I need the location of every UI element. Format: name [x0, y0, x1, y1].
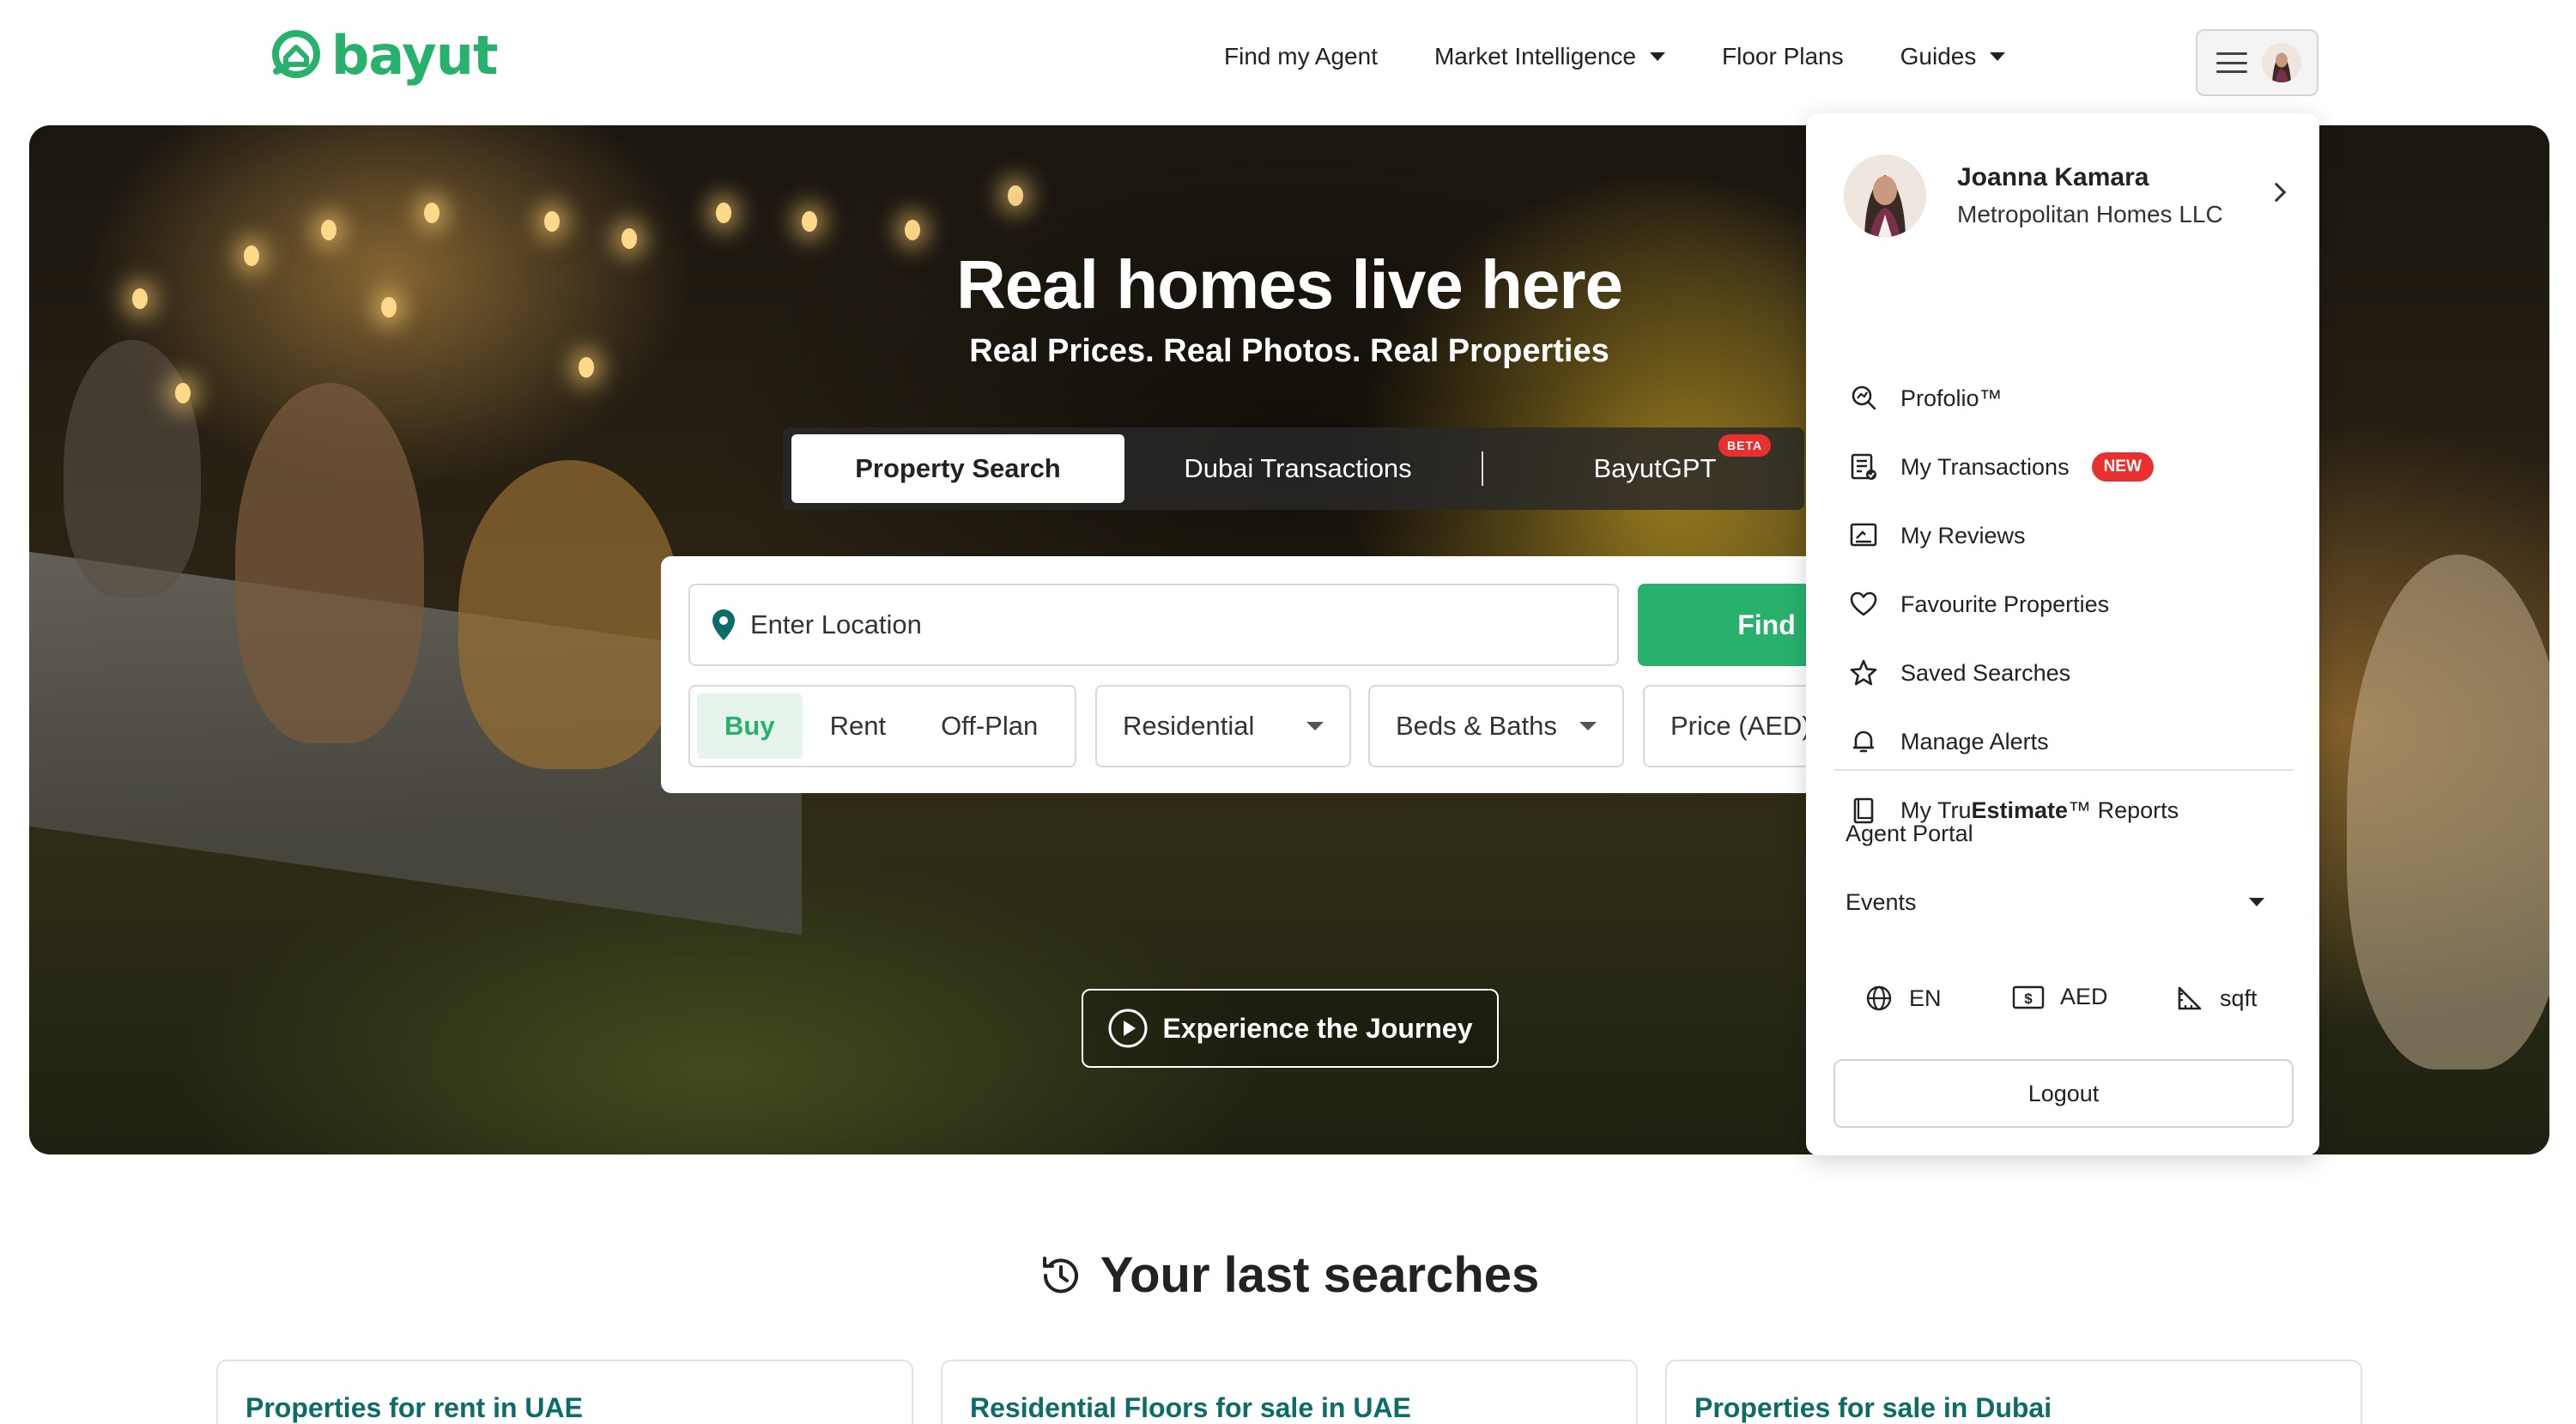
menu-item-label: Manage Alerts — [1900, 728, 2049, 754]
nav-floor-plans[interactable]: Floor Plans — [1722, 43, 1844, 70]
user-company: Metropolitan Homes LLC — [1957, 201, 2223, 227]
chevron-right-icon — [2266, 182, 2287, 203]
menu-item-favourite-properties[interactable]: Favourite Properties — [1849, 587, 2109, 621]
beta-badge: BETA — [1718, 434, 1772, 457]
menu-item-saved-searches[interactable]: Saved Searches — [1849, 656, 2070, 690]
label-bold: Estimate — [1971, 797, 2069, 823]
last-searches-title: Your last searches — [1100, 1247, 1540, 1303]
menu-item-label: My Transactions — [1900, 453, 2070, 480]
site-header: bayut Find my Agent Market Intelligence … — [0, 0, 2576, 125]
menu-item-my-transactions[interactable]: My Transactions NEW — [1849, 450, 2154, 484]
purpose-rent[interactable]: Rent — [803, 694, 913, 759]
price-label: Price (AED) — [1670, 711, 1811, 741]
menu-item-label: Favourite Properties — [1900, 591, 2110, 617]
home-pin-icon — [272, 30, 320, 78]
search-tabs: Property Search Dubai Transactions Bayut… — [783, 427, 1804, 510]
caret-down-icon — [1306, 722, 1324, 730]
language-label: EN — [1909, 985, 1942, 1011]
experience-journey-button[interactable]: Experience the Journey — [1082, 989, 1499, 1068]
location-field[interactable] — [688, 584, 1619, 666]
last-search-title: Properties for rent in UAE — [245, 1392, 583, 1423]
nav-label: Floor Plans — [1722, 43, 1844, 70]
tab-property-search[interactable]: Property Search — [791, 434, 1124, 503]
last-search-title: Properties for sale in Dubai — [1694, 1392, 2052, 1423]
location-pin-icon — [712, 609, 735, 640]
profolio-icon — [1852, 385, 1876, 410]
beds-baths-label: Beds & Baths — [1396, 711, 1557, 741]
area-unit-label: sqft — [2220, 985, 2258, 1011]
menu-item-events[interactable]: Events — [1846, 889, 1917, 916]
logo-text: bayut — [331, 24, 499, 87]
tab-separator — [1482, 451, 1483, 486]
history-icon — [1042, 1256, 1078, 1293]
property-type-select[interactable]: Residential — [1095, 685, 1351, 767]
new-badge: NEW — [2091, 452, 2154, 482]
menu-item-my-reviews[interactable]: My Reviews — [1849, 518, 2026, 553]
menu-divider — [1834, 769, 2294, 771]
purpose-off-plan[interactable]: Off-Plan — [913, 694, 1065, 759]
label-prefix: My Tru — [1900, 797, 1972, 823]
nav-label: Market Intelligence — [1433, 43, 1636, 70]
last-search-card[interactable]: Residential Floors for sale in UAE — [941, 1360, 1638, 1424]
menu-item-manage-alerts[interactable]: Manage Alerts — [1849, 724, 2049, 759]
last-searches-heading: Your last searches — [0, 1246, 2576, 1304]
language-selector[interactable]: EN — [1864, 984, 1942, 1013]
last-search-card[interactable]: Properties for rent in UAE — [216, 1360, 913, 1424]
reviews-icon — [1850, 523, 1877, 547]
journey-label: Experience the Journey — [1162, 1012, 1473, 1044]
currency-icon: $ — [2012, 985, 2045, 1009]
menu-item-profolio[interactable]: Profolio™ — [1849, 381, 2003, 415]
area-unit-selector[interactable]: sqft — [2175, 984, 2258, 1013]
search-panel: Find Buy Rent Off-Plan Residential Beds … — [661, 556, 1900, 793]
beds-baths-select[interactable]: Beds & Baths — [1368, 685, 1624, 767]
transactions-icon — [1851, 453, 1876, 480]
hamburger-icon — [2216, 52, 2247, 73]
caret-down-icon — [1579, 722, 1597, 730]
nav-label: Find my Agent — [1224, 43, 1378, 70]
last-search-title: Residential Floors for sale in UAE — [970, 1392, 1411, 1423]
play-circle-icon — [1108, 1009, 1148, 1048]
nav-find-my-agent[interactable]: Find my Agent — [1224, 43, 1378, 70]
nav-label: Guides — [1900, 43, 1977, 70]
menu-item-label: Saved Searches — [1900, 659, 2071, 686]
bayut-logo[interactable]: bayut — [268, 24, 499, 87]
last-search-card[interactable]: Properties for sale in Dubai — [1665, 1360, 2362, 1424]
bell-icon — [1853, 730, 1874, 753]
profile-link[interactable]: Joanna Kamara Metropolitan Homes LLC — [1844, 153, 2290, 239]
main-nav: Find my Agent Market Intelligence Floor … — [1224, 43, 2006, 70]
svg-text:$: $ — [2024, 991, 2033, 1007]
star-icon — [1850, 659, 1877, 686]
caret-down-icon — [1650, 52, 1665, 61]
user-name: Joanna Kamara — [1957, 163, 2149, 191]
tab-dubai-transactions[interactable]: Dubai Transactions — [1124, 434, 1471, 503]
purpose-filter: Buy Rent Off-Plan — [688, 685, 1076, 767]
location-input[interactable] — [750, 609, 1523, 640]
purpose-buy[interactable]: Buy — [697, 694, 803, 759]
logout-button[interactable]: Logout — [1834, 1059, 2294, 1128]
property-type-label: Residential — [1123, 711, 1255, 741]
caret-down-icon — [1990, 52, 2006, 61]
menu-item-label: Profolio™ — [1900, 385, 2003, 411]
account-dropdown: Joanna Kamara Metropolitan Homes LLC Pro… — [1806, 113, 2319, 1155]
menu-item-agent-portal[interactable]: Agent Portal — [1846, 821, 1973, 847]
currency-label: AED — [2060, 984, 2108, 1009]
globe-icon — [1866, 985, 1892, 1011]
label-suffix: ™ Reports — [2068, 797, 2179, 823]
heart-icon — [1850, 591, 1877, 616]
nav-market-intelligence[interactable]: Market Intelligence — [1434, 43, 1665, 70]
nav-guides[interactable]: Guides — [1900, 43, 2006, 70]
ruler-icon — [2178, 986, 2202, 1010]
currency-selector[interactable]: $ AED — [2012, 984, 2108, 1010]
menu-item-label: My TruEstimate™ Reports — [1900, 797, 2179, 824]
avatar — [1844, 155, 1926, 237]
menu-item-label: My Reviews — [1900, 522, 2026, 548]
caret-down-icon[interactable] — [2249, 898, 2264, 906]
avatar — [2262, 43, 2301, 82]
account-menu-button[interactable] — [2196, 29, 2318, 96]
